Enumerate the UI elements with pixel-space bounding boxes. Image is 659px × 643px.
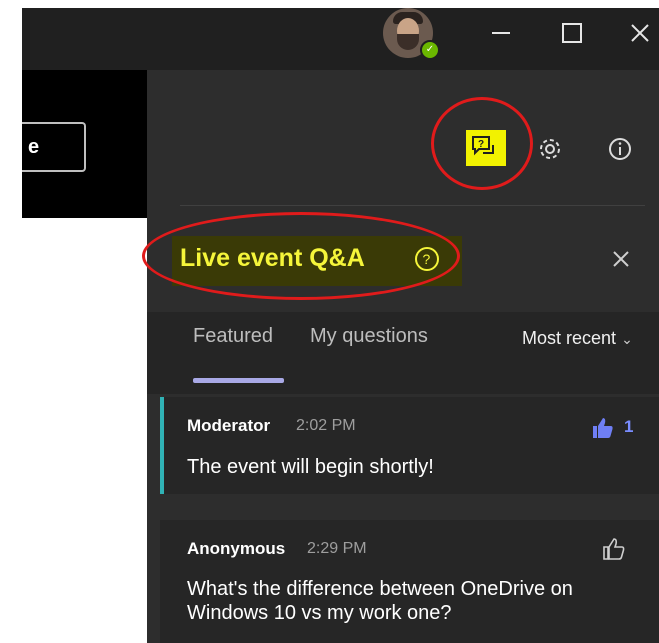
thumbs-up-filled-icon (593, 418, 613, 438)
close-icon (613, 251, 629, 267)
like-count: 1 (624, 417, 634, 436)
question-author: Anonymous (187, 539, 286, 558)
thumbs-up-icon (603, 538, 625, 560)
minimize-button[interactable] (486, 18, 516, 48)
chevron-down-icon: ⌄ (621, 331, 633, 347)
gear-icon (540, 139, 560, 159)
annotation-circle-title (142, 212, 460, 300)
maximize-button[interactable] (557, 18, 587, 48)
question-text: What's the difference between OneDrive o… (187, 578, 573, 624)
annotation-circle-qa-icon (431, 97, 533, 190)
close-panel-button[interactable] (608, 246, 634, 272)
info-button[interactable] (605, 134, 635, 164)
like-button[interactable] (590, 415, 616, 441)
panel-divider (180, 205, 645, 206)
maximize-icon (562, 23, 582, 43)
featured-accent (160, 397, 164, 494)
content-area (22, 218, 147, 643)
sort-label: Most recent (522, 328, 617, 348)
like-button[interactable] (601, 536, 627, 562)
tab-featured[interactable]: Featured (193, 325, 273, 348)
minimize-icon (492, 32, 510, 34)
stage-button[interactable]: e (22, 122, 86, 172)
question-time: 2:29 PM (307, 540, 367, 557)
question-card (160, 397, 659, 494)
question-text: The event will begin shortly! (187, 456, 434, 478)
close-window-button[interactable] (625, 18, 655, 48)
presence-available-icon: ✓ (420, 40, 440, 60)
question-time: 2:02 PM (296, 417, 356, 434)
info-icon (609, 138, 631, 160)
close-icon (631, 24, 649, 42)
tab-my-questions[interactable]: My questions (310, 325, 428, 348)
question-author: Moderator (187, 416, 271, 435)
stage-button-label: e (28, 136, 40, 158)
sort-dropdown[interactable]: Most recent ⌄ (522, 328, 633, 349)
active-tab-indicator (193, 378, 284, 383)
settings-button[interactable] (535, 134, 565, 164)
